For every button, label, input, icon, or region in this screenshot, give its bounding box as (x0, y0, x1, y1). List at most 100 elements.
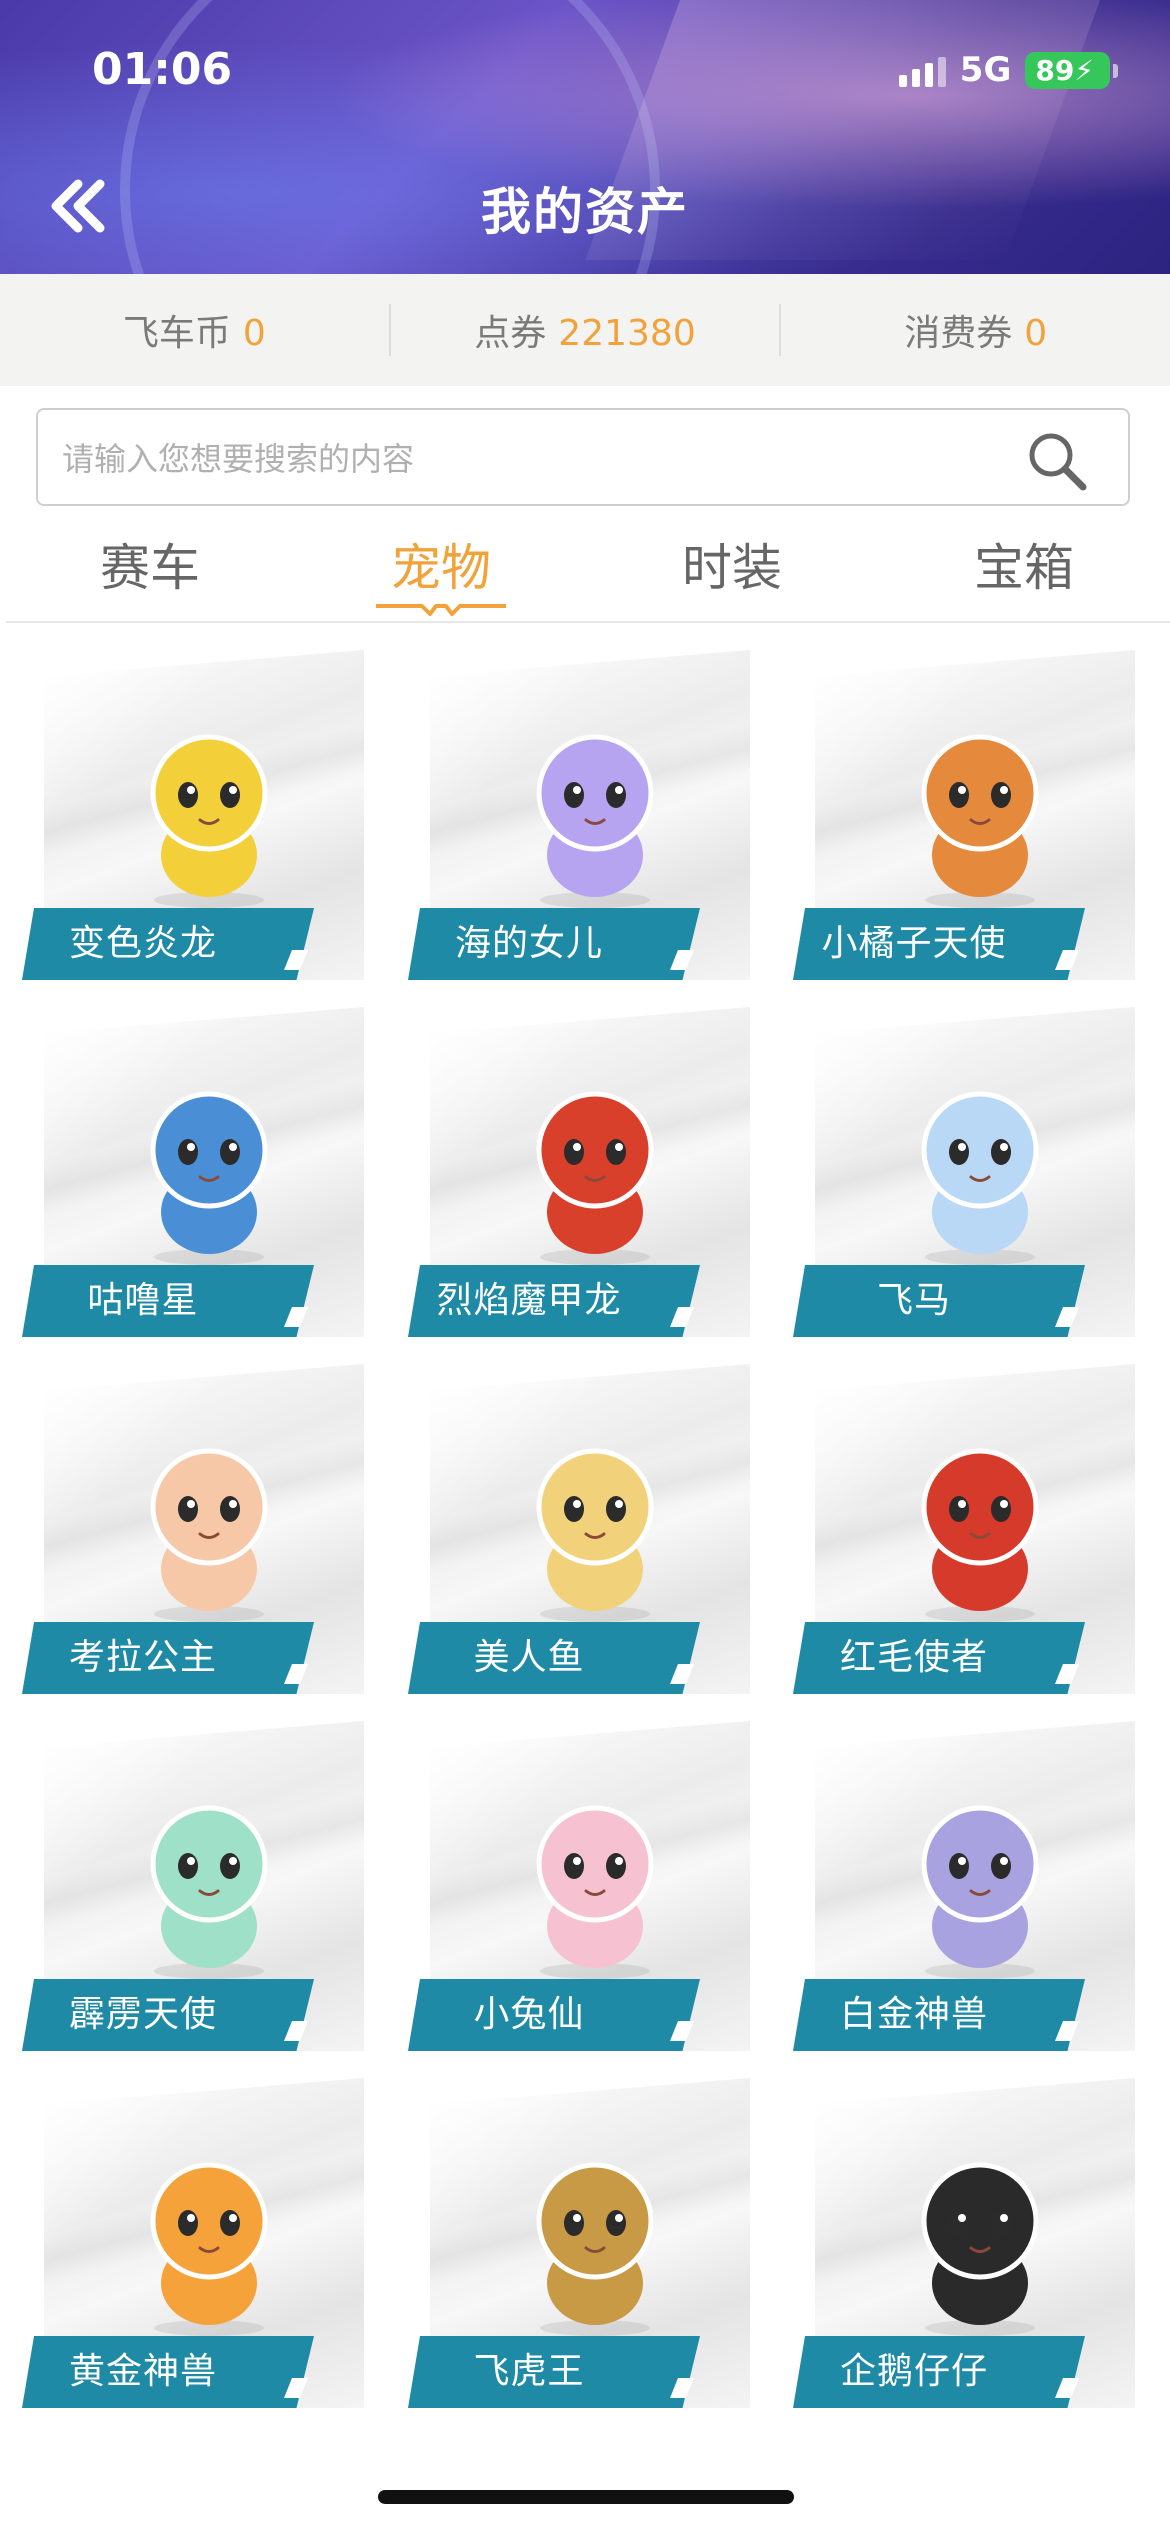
pet-image (536, 1091, 654, 1265)
category-tabs: 赛车 宠物 时装 宝箱 (0, 528, 1170, 622)
pet-card[interactable]: 小兔仙 (408, 1721, 750, 2051)
pet-name: 考拉公主 (68, 1637, 217, 1678)
pet-card[interactable]: 霹雳天使 (22, 1721, 364, 2051)
pet-name: 美人鱼 (473, 1637, 585, 1678)
label-corner-icon (284, 950, 308, 970)
pet-name-label: 海的女儿 (408, 908, 700, 980)
pet-card[interactable]: 白金神兽 (793, 1721, 1135, 2051)
currency-item: 消费券 0 (781, 304, 1170, 356)
pet-card[interactable]: 红毛使者 (793, 1364, 1135, 1694)
tab-chests[interactable]: 宝箱 (914, 528, 1134, 600)
label-corner-icon (670, 950, 694, 970)
pet-card[interactable]: 黄金神兽 (22, 2078, 364, 2408)
search-input[interactable] (60, 432, 964, 486)
pet-name-label: 白金神兽 (793, 1979, 1085, 2051)
page-title: 我的资产 (481, 183, 689, 241)
currency-item: 点券 221380 (391, 304, 780, 356)
status-indicators: 5G 89⚡ (898, 50, 1118, 90)
pet-name-label: 飞马 (793, 1265, 1085, 1337)
tabs-divider (6, 621, 1170, 623)
label-corner-icon (670, 1664, 694, 1684)
currency-label: 消费券 (904, 313, 1013, 354)
pet-card[interactable]: 咕噜星 (22, 1007, 364, 1337)
pet-card[interactable]: 小橘子天使 (793, 650, 1135, 980)
pet-name-label: 美人鱼 (408, 1622, 700, 1694)
pet-name-label: 小橘子天使 (793, 908, 1085, 980)
pet-card[interactable]: 飞虎王 (408, 2078, 750, 2408)
pet-image (536, 2162, 654, 2336)
label-corner-icon (670, 1307, 694, 1327)
currency-value: 0 (1024, 313, 1048, 354)
pet-image (150, 2162, 268, 2336)
pet-image (150, 1448, 268, 1622)
battery-level: 89 (1035, 53, 1075, 87)
label-corner-icon (1055, 2021, 1079, 2041)
label-corner-icon (1055, 2378, 1079, 2398)
label-corner-icon (1055, 1664, 1079, 1684)
pet-card[interactable]: 海的女儿 (408, 650, 750, 980)
label-corner-icon (284, 2378, 308, 2398)
pet-name-label: 飞虎王 (408, 2336, 700, 2408)
label-corner-icon (670, 2378, 694, 2398)
label-corner-icon (1055, 950, 1079, 970)
pet-card[interactable]: 飞马 (793, 1007, 1135, 1337)
pet-name-label: 变色炎龙 (22, 908, 314, 980)
currency-value: 0 (242, 313, 266, 354)
tab-cars[interactable]: 赛车 (40, 528, 260, 600)
pet-name: 红毛使者 (839, 1637, 988, 1678)
network-type: 5G (959, 50, 1012, 90)
pet-image (921, 1448, 1039, 1622)
pet-name-label: 考拉公主 (22, 1622, 314, 1694)
tab-fashion[interactable]: 时装 (622, 528, 842, 600)
currency-label: 点券 (474, 313, 547, 354)
pet-card[interactable]: 美人鱼 (408, 1364, 750, 1694)
pet-name-label: 霹雳天使 (22, 1979, 314, 2051)
pet-image (921, 2162, 1039, 2336)
pet-card[interactable]: 考拉公主 (22, 1364, 364, 1694)
pet-card[interactable]: 变色炎龙 (22, 650, 364, 980)
currency-item: 飞车币 0 (0, 304, 389, 356)
label-corner-icon (670, 2021, 694, 2041)
pet-name-label: 烈焰魔甲龙 (408, 1265, 700, 1337)
pet-image (150, 1805, 268, 1979)
pet-name: 霹雳天使 (68, 1994, 217, 2035)
battery-icon: 89⚡ (1025, 51, 1118, 89)
tab-pets[interactable]: 宠物 (331, 528, 551, 600)
currency-bar: 飞车币 0 点券 221380 消费券 0 (0, 274, 1170, 386)
search-icon[interactable] (1026, 430, 1088, 492)
signal-icon (898, 53, 946, 87)
pet-name: 企鹅仔仔 (839, 2351, 988, 2392)
home-indicator[interactable] (378, 2490, 794, 2504)
pet-image (921, 1091, 1039, 1265)
pet-name: 咕噜星 (87, 1280, 199, 1321)
label-corner-icon (284, 2021, 308, 2041)
pet-card[interactable]: 烈焰魔甲龙 (408, 1007, 750, 1337)
pet-image (536, 734, 654, 908)
pet-card[interactable]: 企鹅仔仔 (793, 2078, 1135, 2408)
pet-name: 飞马 (876, 1280, 951, 1321)
search-box (36, 408, 1130, 506)
pet-name-label: 咕噜星 (22, 1265, 314, 1337)
pet-name: 变色炎龙 (68, 923, 217, 964)
header: 01:06 5G 89⚡ 我的资产 (0, 0, 1170, 274)
pet-image (150, 1091, 268, 1265)
pet-image (921, 734, 1039, 908)
pet-name: 烈焰魔甲龙 (436, 1280, 622, 1321)
status-time: 01:06 (92, 44, 233, 95)
pet-name-label: 黄金神兽 (22, 2336, 314, 2408)
pet-image (536, 1805, 654, 1979)
label-corner-icon (1055, 1307, 1079, 1327)
active-tab-indicator (376, 604, 506, 616)
pet-name: 小橘子天使 (821, 923, 1007, 964)
currency-value: 221380 (558, 313, 696, 354)
pet-name-label: 红毛使者 (793, 1622, 1085, 1694)
pet-image (150, 734, 268, 908)
label-corner-icon (284, 1664, 308, 1684)
pet-name-label: 企鹅仔仔 (793, 2336, 1085, 2408)
label-corner-icon (284, 1307, 308, 1327)
currency-label: 飞车币 (122, 313, 231, 354)
pet-image (921, 1805, 1039, 1979)
pet-image (536, 1448, 654, 1622)
pet-name: 小兔仙 (473, 1994, 585, 2035)
pet-name: 黄金神兽 (68, 2351, 217, 2392)
